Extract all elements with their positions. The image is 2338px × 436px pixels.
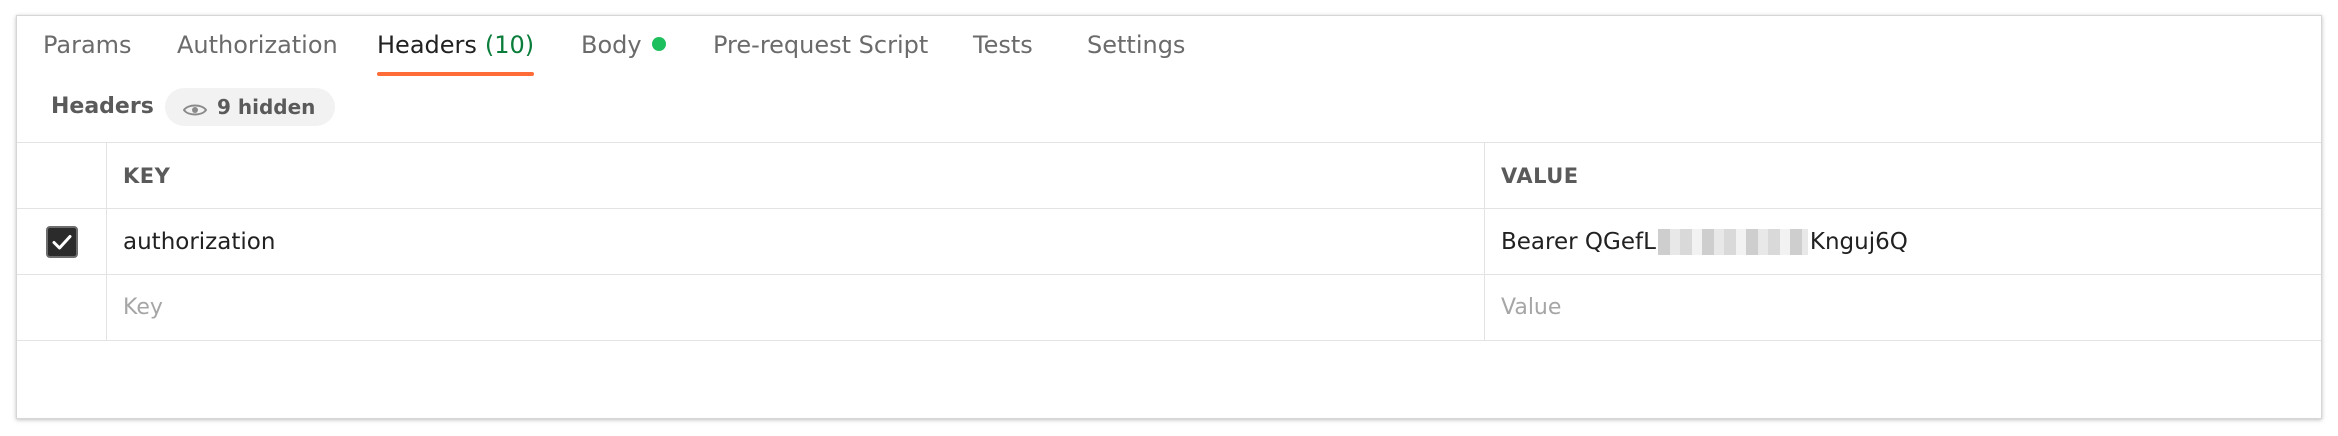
header-value-prefix: Bearer QGefL	[1501, 228, 1656, 255]
headers-count: (10)	[484, 31, 535, 59]
header-value-suffix: Knguj6Q	[1809, 228, 1908, 255]
tab-label: Pre-request Script	[713, 31, 929, 59]
eye-icon	[182, 99, 208, 116]
tab-authorization[interactable]: Authorization	[177, 30, 338, 76]
tab-headers[interactable]: Headers (10)	[377, 30, 535, 76]
tab-label: Body	[581, 31, 642, 59]
new-value-input[interactable]: Value	[1485, 275, 2321, 340]
headers-table: KEY VALUE authorization Bearer QGefL Kngu…	[17, 142, 2321, 341]
tab-tests[interactable]: Tests	[973, 30, 1033, 76]
headers-section-title: Headers	[51, 94, 154, 119]
tab-params[interactable]: Params	[43, 30, 132, 76]
active-tab-underline	[377, 72, 535, 76]
tab-label: Params	[43, 31, 132, 59]
tab-body[interactable]: Body	[581, 30, 666, 76]
checkbox-column-header	[17, 143, 107, 208]
key-column-header: KEY	[107, 143, 1485, 208]
request-panel: Params Authorization Headers (10) Body Pr…	[16, 15, 2322, 419]
header-key-field[interactable]: authorization	[107, 209, 1485, 274]
value-column-header: VALUE	[1501, 163, 1579, 188]
new-key-input[interactable]: Key	[107, 275, 1485, 340]
tab-label: Settings	[1087, 31, 1186, 59]
tab-pre-request-script[interactable]: Pre-request Script	[713, 30, 928, 76]
body-status-dot	[651, 37, 666, 51]
row-checkbox-cell	[17, 209, 107, 274]
checkmark-icon	[52, 234, 71, 249]
table-row: authorization Bearer QGefL Knguj6Q	[17, 209, 2321, 275]
tab-label: Authorization	[177, 31, 338, 59]
tab-settings[interactable]: Settings	[1087, 30, 1185, 76]
redacted-token	[1657, 228, 1808, 255]
hidden-headers-toggle[interactable]: 9 hidden	[165, 88, 336, 126]
new-header-row: Key Value	[17, 275, 2321, 341]
header-key-text: authorization	[123, 228, 276, 255]
tab-label: Headers	[377, 31, 477, 59]
tab-label: Tests	[973, 31, 1033, 59]
new-row-checkbox-cell	[17, 275, 107, 340]
row-enabled-checkbox[interactable]	[45, 225, 78, 258]
table-header-row: KEY VALUE	[17, 143, 2321, 209]
request-tabs: Params Authorization Headers (10) Body Pr…	[17, 16, 2321, 76]
hidden-count-label: 9 hidden	[217, 95, 316, 119]
header-value-field[interactable]: Bearer QGefL Knguj6Q	[1485, 209, 2321, 274]
